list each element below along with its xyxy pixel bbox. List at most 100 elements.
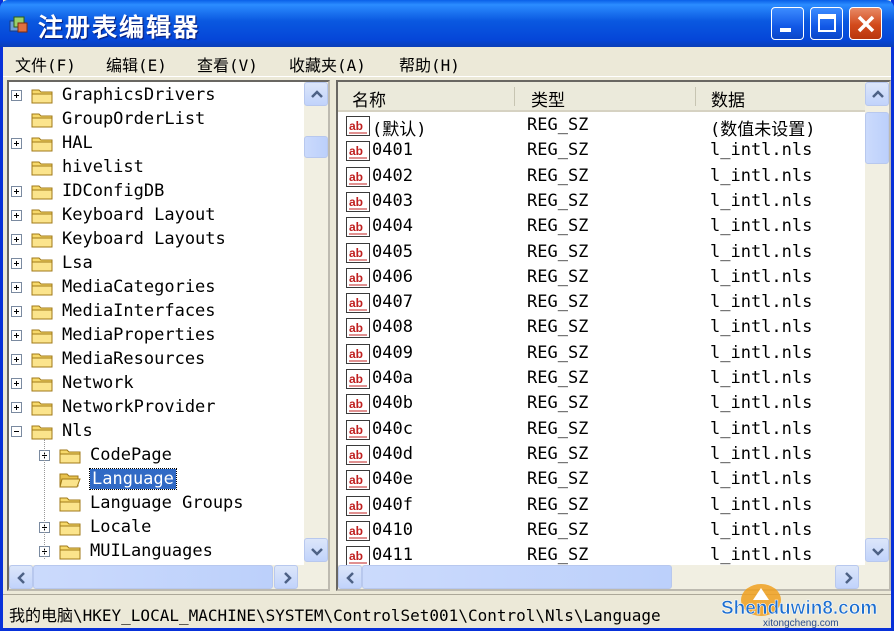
tree-item[interactable]: Lsa [9, 251, 304, 275]
tree-item[interactable]: NetworkProvider [9, 395, 304, 419]
menu-view[interactable]: 查看(V) [197, 52, 258, 76]
cell-name: 0410 [372, 519, 413, 540]
expand-plus-icon[interactable] [11, 378, 22, 389]
cell-name: 0411 [372, 545, 413, 566]
close-button[interactable] [849, 7, 882, 40]
tree-item-label: MUILanguages [90, 541, 213, 561]
tree-vertical-scrollbar[interactable] [304, 82, 328, 565]
column-header-data[interactable]: 数据 [711, 82, 745, 111]
list-scroll-up-button[interactable] [865, 82, 889, 106]
expand-plus-icon[interactable] [11, 282, 22, 293]
column-separator[interactable] [514, 87, 515, 106]
collapse-minus-icon[interactable] [11, 426, 22, 437]
cell-data: l_intl.nls [710, 494, 813, 515]
list-row[interactable]: ab 0404 REG_SZ l_intl.nls [338, 213, 869, 238]
tree-item[interactable]: Network [9, 371, 304, 395]
tree-scroll-thumb[interactable] [304, 136, 328, 158]
watermark-logo: Shenduwin8.com xitongcheng.com [721, 584, 878, 628]
tree-item[interactable]: MediaResources [9, 347, 304, 371]
tree-item[interactable]: hivelist [9, 155, 304, 179]
list-row[interactable]: ab (默认) REG_SZ (数值未设置) [338, 112, 869, 140]
menu-edit[interactable]: 编辑(E) [106, 52, 167, 76]
expand-plus-icon[interactable] [11, 258, 22, 269]
menu-help[interactable]: 帮助(H) [399, 52, 460, 76]
svg-text:ab: ab [349, 524, 363, 538]
tree-item[interactable]: Language [9, 467, 304, 491]
tree-item[interactable]: GraphicsDrivers [9, 83, 304, 107]
list-row[interactable]: ab 040b REG_SZ l_intl.nls [338, 390, 869, 415]
maximize-button[interactable] [810, 7, 843, 40]
list-row[interactable]: ab 0406 REG_SZ l_intl.nls [338, 264, 869, 289]
cell-name: 0401 [372, 140, 413, 161]
string-value-icon: ab [346, 191, 370, 212]
list-row[interactable]: ab 040c REG_SZ l_intl.nls [338, 416, 869, 441]
expand-plus-icon[interactable] [11, 402, 22, 413]
cell-type: REG_SZ [527, 115, 589, 135]
tree-item[interactable]: MediaInterfaces [9, 299, 304, 323]
list-row[interactable]: ab 0401 REG_SZ l_intl.nls [338, 137, 869, 162]
folder-icon [31, 257, 53, 272]
list-row[interactable]: ab 0408 REG_SZ l_intl.nls [338, 314, 869, 339]
expand-plus-icon[interactable] [11, 330, 22, 341]
expand-plus-icon[interactable] [11, 306, 22, 317]
list-row[interactable]: ab 0407 REG_SZ l_intl.nls [338, 289, 869, 314]
tree-hscroll-thumb[interactable] [33, 565, 273, 589]
cell-type: REG_SZ [527, 190, 589, 211]
tree-scroll-right-button[interactable] [274, 565, 298, 589]
list-scroll-thumb[interactable] [865, 112, 889, 164]
list-row[interactable]: ab 040f REG_SZ l_intl.nls [338, 492, 869, 517]
svg-text:ab: ab [349, 195, 363, 209]
title-bar[interactable]: 注册表编辑器 [0, 0, 894, 47]
column-header-type[interactable]: 类型 [531, 82, 565, 111]
expand-plus-icon[interactable] [11, 234, 22, 245]
menu-file[interactable]: 文件(F) [15, 52, 76, 76]
list-row[interactable]: ab 0409 REG_SZ l_intl.nls [338, 340, 869, 365]
list-scroll-down-button[interactable] [865, 538, 889, 562]
tree-item[interactable]: MediaProperties [9, 323, 304, 347]
list-row[interactable]: ab 0411 REG_SZ l_intl.nls [338, 542, 869, 567]
values-list-pane[interactable]: 名称 类型 数据 ab (默认) REG_SZ (数值未设置) ab 0401 REG_SZ… [336, 80, 891, 591]
tree-item[interactable]: Nls [9, 419, 304, 443]
tree-horizontal-scrollbar[interactable] [9, 565, 328, 589]
list-row[interactable]: ab 040d REG_SZ l_intl.nls [338, 441, 869, 466]
tree-item[interactable]: IDConfigDB [9, 179, 304, 203]
expand-plus-icon[interactable] [11, 186, 22, 197]
tree-item[interactable]: Keyboard Layout [9, 203, 304, 227]
svg-text:ab: ab [349, 372, 363, 386]
tree-item[interactable]: Language Groups [9, 491, 304, 515]
tree-item[interactable]: CodePage [9, 443, 304, 467]
list-row[interactable]: ab 0402 REG_SZ l_intl.nls [338, 163, 869, 188]
cell-type: REG_SZ [527, 393, 589, 414]
cell-type: REG_SZ [527, 342, 589, 363]
cell-type: REG_SZ [527, 216, 589, 237]
menu-favorites[interactable]: 收藏夹(A) [289, 52, 366, 76]
list-row[interactable]: ab 0410 REG_SZ l_intl.nls [338, 517, 869, 542]
tree-item[interactable]: Locale [9, 515, 304, 539]
key-tree-pane[interactable]: GraphicsDrivers GroupOrderList HAL hivelist… [7, 80, 330, 591]
cell-data: l_intl.nls [710, 469, 813, 490]
tree-scroll-left-button[interactable] [9, 565, 33, 589]
minimize-button[interactable] [771, 7, 804, 40]
column-header-name[interactable]: 名称 [352, 82, 386, 111]
tree-item[interactable]: Keyboard Layouts [9, 227, 304, 251]
tree-item[interactable]: GroupOrderList [9, 107, 304, 131]
list-row[interactable]: ab 040a REG_SZ l_intl.nls [338, 365, 869, 390]
tree-item[interactable]: MUILanguages [9, 539, 304, 563]
expand-plus-icon[interactable] [11, 138, 22, 149]
expand-plus-icon[interactable] [11, 354, 22, 365]
expand-plus-icon[interactable] [11, 90, 22, 101]
list-row[interactable]: ab 0403 REG_SZ l_intl.nls [338, 188, 869, 213]
list-scroll-left-button[interactable] [338, 565, 362, 589]
tree-item[interactable]: MediaCategories [9, 275, 304, 299]
column-separator[interactable] [695, 87, 696, 106]
list-hscroll-thumb[interactable] [362, 565, 672, 589]
list-row[interactable]: ab 0405 REG_SZ l_intl.nls [338, 239, 869, 264]
tree-scroll-up-button[interactable] [304, 82, 328, 106]
list-vertical-scrollbar[interactable] [865, 82, 889, 565]
cell-name: (默认) [372, 120, 427, 140]
tree-scroll-down-button[interactable] [304, 538, 328, 562]
tree-item[interactable]: HAL [9, 131, 304, 155]
list-row[interactable]: ab 040e REG_SZ l_intl.nls [338, 466, 869, 491]
cell-type: REG_SZ [527, 165, 589, 186]
expand-plus-icon[interactable] [11, 210, 22, 221]
